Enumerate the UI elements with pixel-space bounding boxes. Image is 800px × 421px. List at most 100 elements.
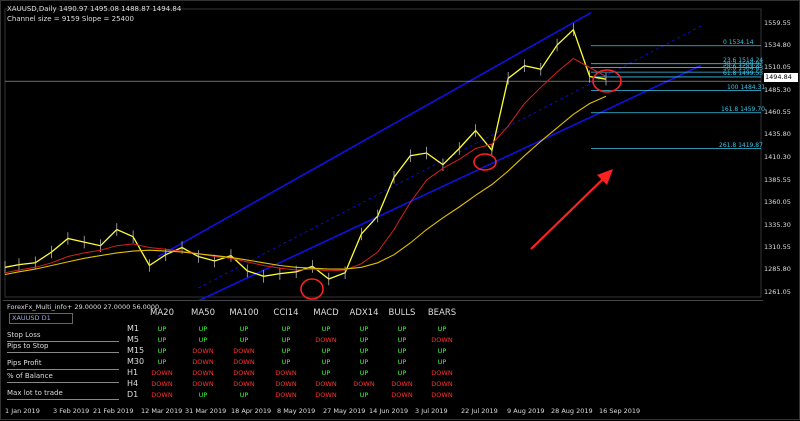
ma-slow-line [4, 95, 607, 276]
current-price-tag: 1494.84 [764, 73, 798, 82]
timeframe-label: H1 [127, 368, 139, 377]
date-tick-label: 21 Feb 2019 [93, 407, 134, 415]
fib-level-label: 61.8 1499.53 [723, 69, 764, 77]
signal-cell: UP [281, 325, 291, 333]
signal-cell: DOWN [192, 358, 214, 366]
column-header: BEARS [427, 308, 457, 318]
highlight-circle [473, 153, 497, 171]
signal-cell: UP [198, 391, 208, 399]
date-tick-label: 3 Jul 2019 [415, 407, 448, 415]
signal-cell: DOWN [233, 347, 255, 355]
multi-info-panel: ForexFx_Multi_info+ 29.0000 27.0000 56.0… [3, 300, 763, 405]
date-tick-label: 8 May 2019 [277, 407, 316, 415]
side-divider [7, 399, 119, 400]
signal-cell: UP [359, 347, 369, 355]
signal-cell: DOWN [431, 380, 453, 388]
signal-cell: UP [397, 347, 407, 355]
date-tick-label: 14 Jun 2019 [369, 407, 409, 415]
signal-cell: DOWN [391, 391, 413, 399]
signal-cell: DOWN [275, 391, 297, 399]
signal-cell: UP [157, 336, 167, 344]
signal-cell: DOWN [233, 369, 255, 377]
signal-cell: DOWN [151, 369, 173, 377]
date-tick-label: 18 Apr 2019 [231, 407, 272, 415]
side-label: % of Balance [7, 372, 53, 380]
signal-cell: DOWN [315, 380, 337, 388]
timeframe-label: M1 [127, 324, 139, 333]
symbol-info: XAUUSD,Daily 1490.97 1495.08 1488.87 149… [7, 5, 182, 13]
regression-channel [157, 12, 702, 321]
signal-cell: UP [239, 325, 249, 333]
price-tick-label: 1285.80 [764, 265, 791, 274]
signal-cell: UP [359, 336, 369, 344]
signal-cell: DOWN [353, 380, 375, 388]
signal-cell: UP [397, 358, 407, 366]
date-tick-label: 1 Jan 2019 [5, 407, 40, 415]
highlight-circle [300, 278, 324, 300]
price-tick-label: 1559.55 [764, 18, 791, 27]
price-tick-label: 1410.30 [764, 153, 791, 162]
panel-symbol-label: XAUUSD D1 [12, 314, 51, 322]
fib-level-label: 0 1534.14 [723, 38, 754, 46]
signal-cell: DOWN [192, 380, 214, 388]
signal-cell: DOWN [431, 369, 453, 377]
signal-cell: DOWN [192, 347, 214, 355]
price-tick-label: 1261.05 [764, 287, 791, 296]
date-tick-label: 22 Jul 2019 [461, 407, 498, 415]
chart-grid [4, 8, 762, 298]
panel-symbol[interactable]: XAUUSD D1 [9, 313, 73, 324]
signal-cell: DOWN [391, 380, 413, 388]
date-tick-label: 9 Aug 2019 [507, 407, 545, 415]
channel-info: Channel size = 9159 Slope = 25400 [7, 15, 134, 23]
date-tick-label: 3 Feb 2019 [53, 407, 90, 415]
side-label: Pips Profit [7, 359, 42, 367]
signal-cell: DOWN [233, 358, 255, 366]
side-label: Pips to Stop [7, 342, 49, 350]
price-zigzag-line [4, 28, 607, 280]
date-tick-label: 16 Sep 2019 [599, 407, 641, 415]
signal-cell: UP [397, 369, 407, 377]
signal-cell: DOWN [275, 369, 297, 377]
side-divider [7, 352, 119, 353]
date-tick-label: 31 Mar 2019 [185, 407, 227, 415]
signal-cell: UP [157, 358, 167, 366]
fib-level-label: 100 1484.31 [727, 83, 766, 91]
date-tick-label: 27 May 2019 [323, 407, 366, 415]
fibonacci-levels [5, 45, 761, 150]
timeframe-label: D1 [127, 390, 139, 399]
fib-level-label: 161.8 1459.70 [721, 105, 765, 113]
signal-cell: DOWN [315, 391, 337, 399]
signal-cell: UP [239, 391, 249, 399]
signal-cell: UP [198, 325, 208, 333]
signal-cell: UP [239, 336, 249, 344]
channel-mid-line [198, 25, 702, 289]
date-tick-label: 12 Mar 2019 [141, 407, 183, 415]
side-label: Stop Loss [7, 331, 41, 339]
signal-cell: UP [321, 369, 331, 377]
signal-cell: UP [359, 358, 369, 366]
signal-cell: DOWN [315, 336, 337, 344]
price-tick-label: 1460.55 [764, 108, 791, 116]
signal-cell: UP [359, 391, 369, 399]
signal-cell: UP [359, 325, 369, 333]
signal-cell: UP [437, 358, 447, 366]
price-tick-label: 1534.80 [764, 41, 791, 50]
signal-cell: DOWN [192, 369, 214, 377]
trend-arrow-shaft [530, 176, 606, 250]
signal-cell: UP [198, 336, 208, 344]
signal-cell: DOWN [233, 380, 255, 388]
signal-cell: UP [397, 336, 407, 344]
price-tick-label: 1310.55 [764, 243, 791, 251]
timeframe-label: M5 [127, 335, 139, 344]
signal-cell: UP [321, 325, 331, 333]
signal-cell: UP [281, 358, 291, 366]
signal-cell: DOWN [431, 336, 453, 344]
signal-cell: DOWN [151, 391, 173, 399]
signal-cell: DOWN [431, 391, 453, 399]
signal-cell: UP [437, 347, 447, 355]
signal-cell: UP [281, 347, 291, 355]
side-label: Max lot to trade [7, 389, 63, 397]
chart-window: XAUUSD,Daily 1490.97 1495.08 1488.87 149… [0, 0, 800, 420]
signal-cell: DOWN [275, 380, 297, 388]
price-tick-label: 1360.05 [764, 198, 791, 207]
